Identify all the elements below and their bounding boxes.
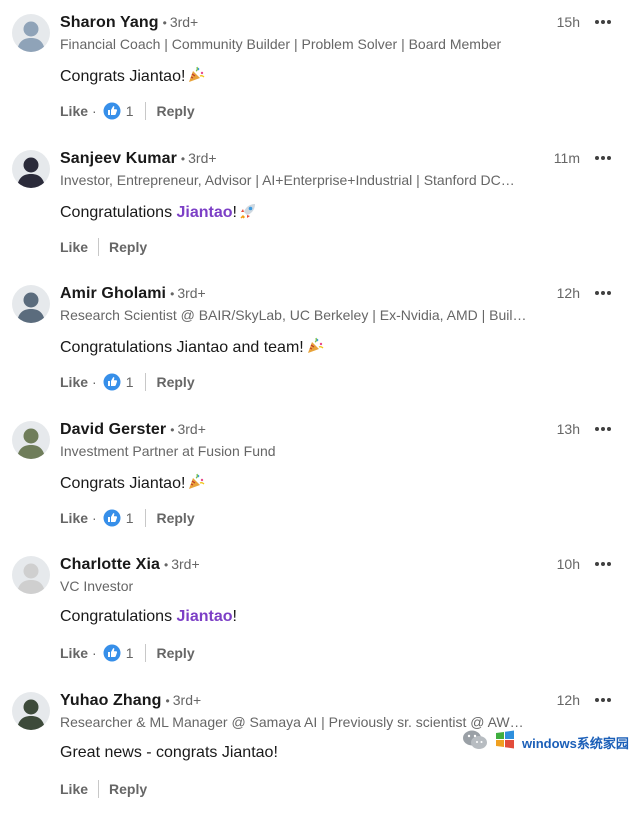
comment-header: Sanjeev Kumar • 3rd+ — [60, 149, 217, 167]
reaction-count[interactable]: 1 — [126, 374, 134, 390]
party-popper-icon — [187, 473, 205, 496]
connection-degree: 3rd+ — [188, 149, 217, 166]
divider — [145, 373, 147, 391]
comment-actions: Like · 1 Reply — [60, 102, 195, 120]
windows-logo-icon — [494, 729, 516, 756]
more-options-icon[interactable] — [592, 12, 614, 32]
mention-link[interactable]: Jiantao — [177, 204, 233, 221]
comment-text: Congratulations Jiantao! — [60, 608, 237, 625]
reply-button[interactable]: Reply — [109, 781, 147, 797]
comment-timestamp: 12h — [556, 285, 580, 301]
comment-item: Sharon Yang • 3rd+ Financial Coach | Commun… — [0, 0, 640, 136]
commenter-headline: Investor, Entrepreneur, Advisor | AI+Ent… — [60, 171, 515, 188]
comment-item: David Gerster • 3rd+ Investment Partner at … — [0, 407, 640, 543]
like-reaction-icon[interactable] — [103, 373, 121, 391]
comment-actions: Like Reply — [60, 778, 147, 800]
connection-degree: 3rd+ — [169, 14, 199, 30]
like-reaction-icon[interactable] — [103, 644, 121, 662]
avatar[interactable] — [12, 149, 50, 188]
rocket-icon — [239, 202, 257, 225]
wechat-icon — [462, 729, 488, 756]
reply-button[interactable]: Reply — [156, 374, 194, 390]
comment-item: Charlotte Xia • 3rd+ VC Investor 10h Congratu… — [0, 542, 640, 678]
comment-item: Amir Gholami • 3rd+ Research Scientist @ BA… — [0, 271, 640, 407]
watermark-text: windows系统家园 — [522, 735, 629, 751]
more-options-icon[interactable] — [592, 554, 614, 574]
comment-header: Amir Gholami • 3rd+ — [60, 285, 206, 302]
divider — [145, 102, 147, 120]
commenter-name[interactable]: Sharon Yang — [60, 14, 159, 31]
like-reaction-icon[interactable] — [103, 102, 121, 120]
mention-link[interactable]: Jiantao — [177, 608, 233, 625]
like-button[interactable]: Like — [60, 239, 88, 255]
commenter-headline: Research Scientist @ BAIR/SkyLab, UC Ber… — [60, 307, 527, 323]
commenter-headline: Financial Coach | Community Builder | Pr… — [60, 36, 502, 52]
comment-header: Charlotte Xia • 3rd+ — [60, 556, 200, 573]
comment-actions: Like · 1 Reply — [60, 373, 195, 391]
comment-timestamp: 13h — [556, 420, 580, 437]
avatar[interactable] — [12, 285, 50, 323]
comment-text: Congrats Jiantao! — [60, 473, 205, 496]
connection-degree: 3rd+ — [177, 420, 206, 437]
comment-actions: Like Reply — [60, 236, 147, 258]
comment-header: Sharon Yang • 3rd+ — [60, 14, 199, 31]
divider — [98, 779, 100, 798]
connection-degree: 3rd+ — [177, 285, 206, 301]
comment-text: Congratulations Jiantao and team! — [60, 337, 324, 360]
reply-button[interactable]: Reply — [156, 645, 194, 661]
commenter-headline: VC Investor — [60, 578, 134, 594]
like-button[interactable]: Like — [60, 103, 88, 119]
more-options-icon[interactable] — [592, 148, 614, 168]
watermark: windows系统家园 — [462, 725, 632, 759]
comment-timestamp: 11m — [553, 149, 580, 166]
like-reaction-icon[interactable] — [103, 509, 121, 527]
avatar[interactable] — [12, 556, 50, 594]
like-button[interactable]: Like — [60, 645, 88, 661]
avatar[interactable] — [12, 420, 50, 459]
comment-header: Yuhao Zhang • 3rd+ — [60, 691, 202, 709]
connection-degree: 3rd+ — [171, 556, 200, 572]
divider — [145, 508, 147, 527]
more-options-icon[interactable] — [592, 283, 614, 303]
divider — [145, 644, 147, 662]
reaction-count[interactable]: 1 — [126, 645, 134, 661]
commenter-name[interactable]: David Gerster — [60, 421, 166, 438]
comment-text: Congratulations Jiantao! — [60, 202, 257, 225]
comment-timestamp: 15h — [556, 14, 580, 30]
avatar[interactable] — [12, 691, 50, 730]
more-options-icon[interactable] — [592, 419, 614, 439]
reply-button[interactable]: Reply — [109, 239, 147, 255]
commenter-name[interactable]: Sanjeev Kumar — [60, 150, 177, 167]
comment-header: David Gerster • 3rd+ — [60, 420, 206, 438]
party-popper-icon — [187, 66, 205, 89]
party-popper-icon — [306, 337, 324, 360]
more-options-icon[interactable] — [592, 690, 614, 710]
reply-button[interactable]: Reply — [156, 103, 194, 119]
comment-item: Sanjeev Kumar • 3rd+ Investor, Entrepreneur… — [0, 136, 640, 272]
like-button[interactable]: Like — [60, 510, 88, 526]
avatar[interactable] — [12, 14, 50, 52]
connection-degree: 3rd+ — [172, 691, 202, 708]
comment-timestamp: 12h — [556, 691, 580, 708]
reaction-count[interactable]: 1 — [126, 103, 134, 119]
reply-button[interactable]: Reply — [156, 510, 194, 526]
comment-text: Congrats Jiantao! — [60, 66, 205, 89]
like-button[interactable]: Like — [60, 781, 88, 797]
commenter-headline: Investment Partner at Fusion Fund — [60, 442, 276, 459]
comment-text: Great news - congrats Jiantao! — [60, 743, 278, 761]
comment-timestamp: 10h — [556, 556, 580, 572]
commenter-name[interactable]: Charlotte Xia — [60, 556, 160, 573]
divider — [98, 237, 100, 256]
comment-actions: Like · 1 Reply — [60, 644, 195, 662]
commenter-name[interactable]: Yuhao Zhang — [60, 692, 162, 709]
like-button[interactable]: Like — [60, 374, 88, 390]
comment-actions: Like · 1 Reply — [60, 508, 195, 527]
commenter-name[interactable]: Amir Gholami — [60, 285, 166, 302]
reaction-count[interactable]: 1 — [126, 510, 134, 526]
